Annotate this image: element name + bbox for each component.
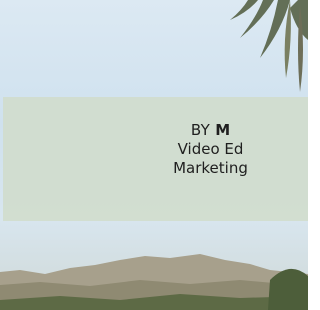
byline-author-row: BY M xyxy=(3,121,308,140)
author-byline-card: BY M Video Ed Marketing xyxy=(3,97,308,221)
mountain-landscape-image xyxy=(0,254,308,310)
author-department: Marketing xyxy=(173,159,248,177)
byline-prefix: BY xyxy=(190,121,216,139)
author-role: Video Ed xyxy=(177,140,244,158)
byline-text: BY M Video Ed Marketing xyxy=(3,121,308,178)
author-name[interactable]: M xyxy=(215,121,230,139)
palm-tree-image xyxy=(230,0,308,92)
